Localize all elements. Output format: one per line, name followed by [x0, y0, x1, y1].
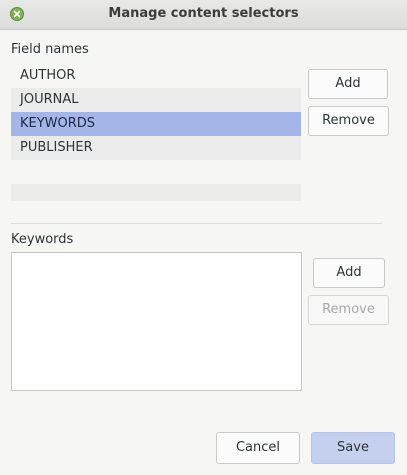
- add-field-button[interactable]: Add: [308, 69, 388, 99]
- list-item[interactable]: AUTHOR: [11, 64, 301, 88]
- remove-field-button[interactable]: Remove: [308, 106, 389, 136]
- keywords-list[interactable]: [11, 252, 302, 391]
- remove-keyword-button: Remove: [308, 295, 389, 325]
- list-item[interactable]: JOURNAL: [11, 88, 301, 112]
- add-keyword-button[interactable]: Add: [313, 258, 385, 288]
- save-button[interactable]: Save: [311, 432, 395, 464]
- title-bar: Manage content selectors: [0, 0, 407, 30]
- cancel-button[interactable]: Cancel: [216, 432, 300, 464]
- list-empty-row: [11, 184, 301, 201]
- field-names-list: AUTHOR JOURNAL KEYWORDS PUBLISHER: [11, 64, 301, 160]
- window-title: Manage content selectors: [108, 6, 299, 21]
- list-item[interactable]: KEYWORDS: [11, 112, 301, 136]
- separator: [11, 223, 382, 224]
- keywords-label: Keywords: [11, 232, 74, 247]
- list-item[interactable]: PUBLISHER: [11, 136, 301, 160]
- field-names-label: Field names: [11, 42, 89, 57]
